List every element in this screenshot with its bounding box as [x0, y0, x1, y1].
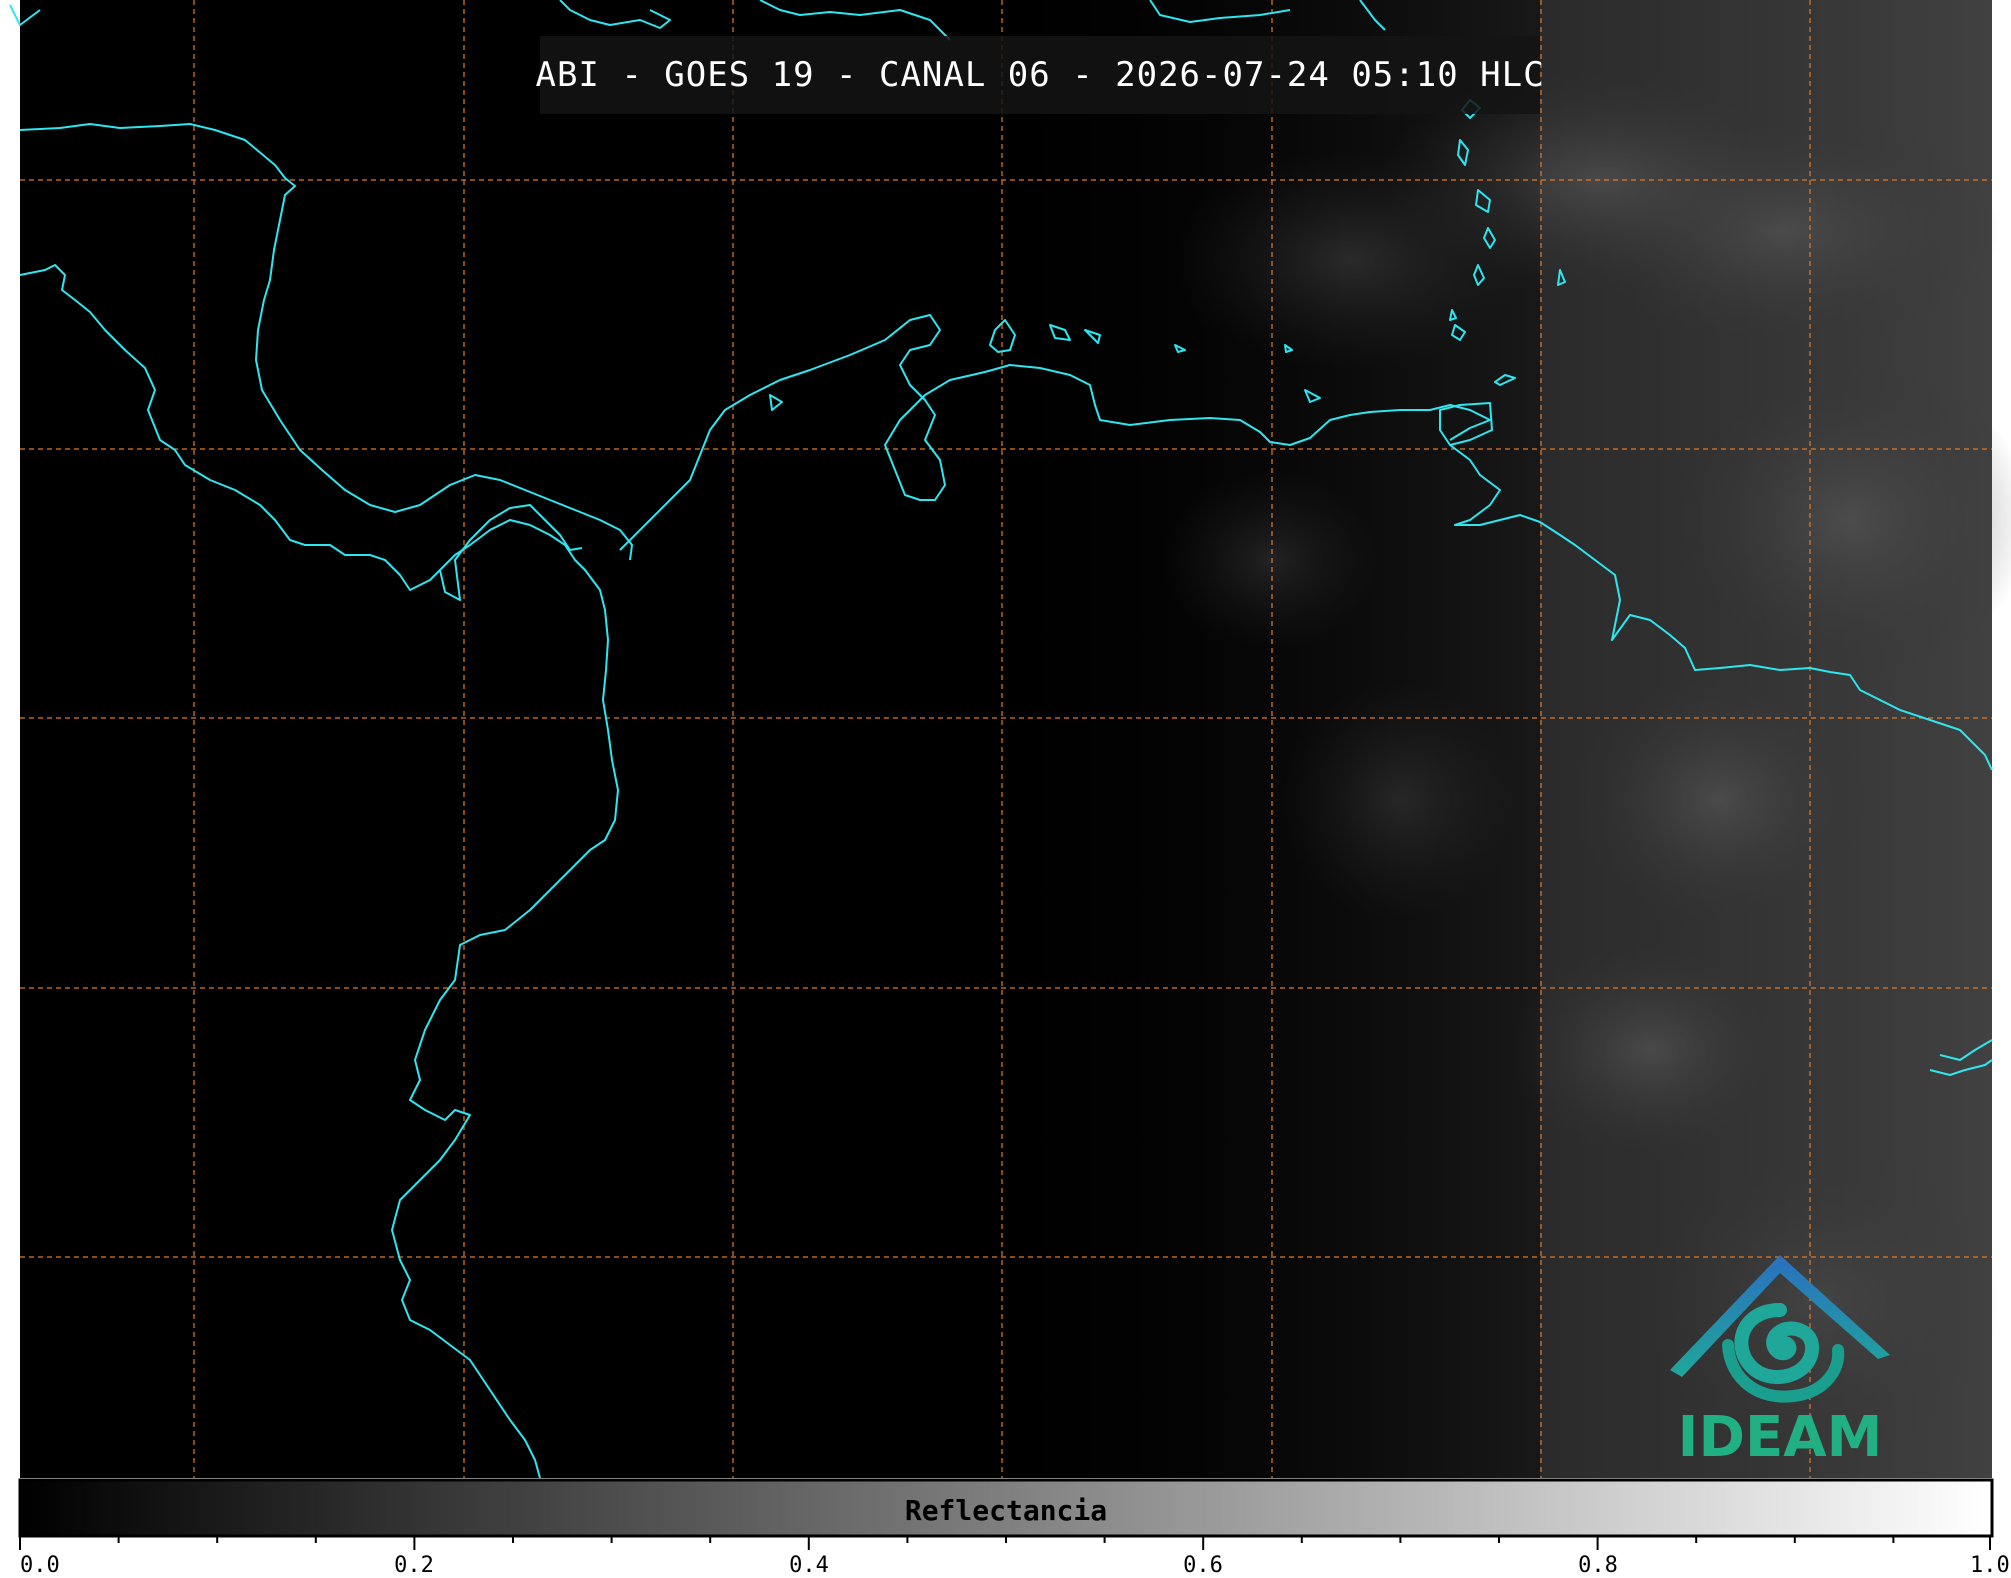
colorbar-tick-label: 0.2: [394, 1553, 434, 1578]
colorbar-tick-label: 0.0: [20, 1553, 60, 1578]
ideam-logo-mark: [1670, 1255, 1890, 1403]
ideam-logo: IDEAM: [1660, 1255, 1900, 1470]
colorbar-tick-label: 0.4: [789, 1553, 829, 1578]
title-box: ABI - GOES 19 - CANAL 06 - 2026-07-24 05…: [535, 36, 1544, 114]
colorbar-tick-label: 1.0: [1970, 1553, 2010, 1578]
ideam-logo-text: IDEAM: [1677, 1405, 1883, 1470]
colorbar-ticks: [19, 1536, 1991, 1550]
colorbar-tick-label: 0.8: [1578, 1553, 1618, 1578]
colorbar-label: Reflectancia: [904, 1494, 1108, 1527]
map-left-margin: [0, 0, 20, 1478]
map-title: ABI - GOES 19 - CANAL 06 - 2026-07-24 05…: [535, 55, 1545, 95]
colorbar-tick-label: 0.6: [1183, 1553, 1223, 1578]
